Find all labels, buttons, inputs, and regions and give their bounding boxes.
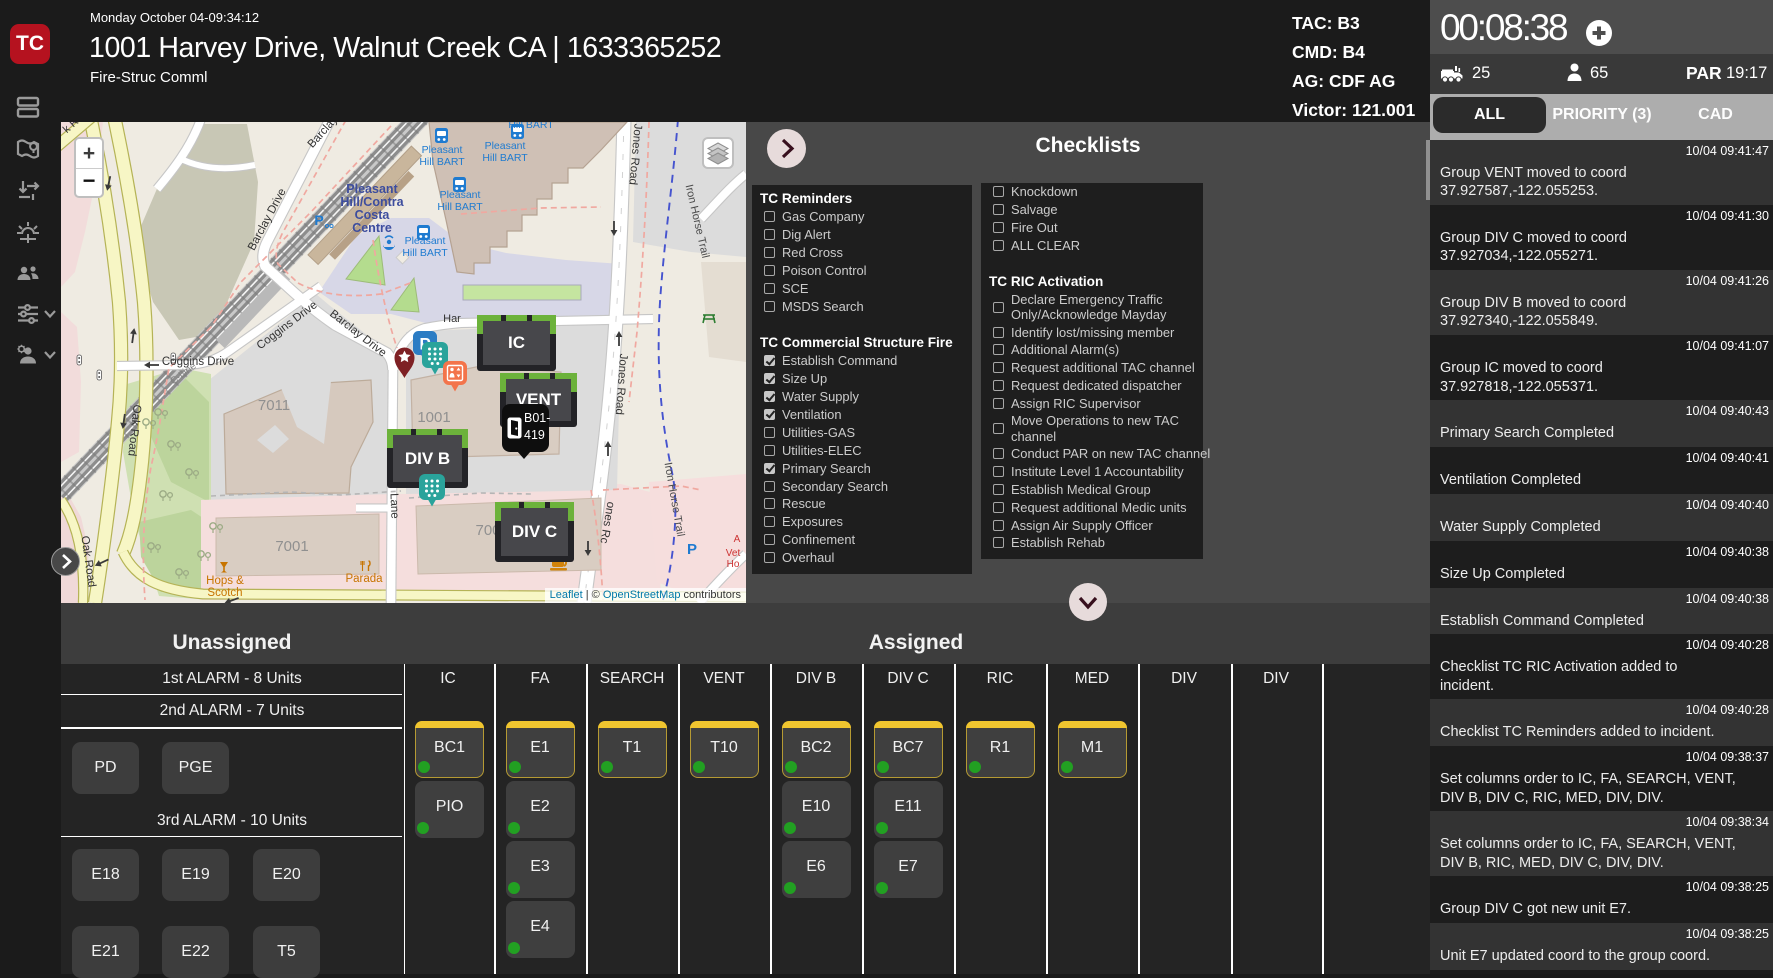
svg-text:Lane: Lane (388, 493, 401, 519)
svg-text:Pleasant: Pleasant (422, 144, 463, 156)
svg-text:Hops &: Hops & (206, 575, 244, 587)
svg-text:P: P (314, 212, 323, 228)
svg-text:Pleasant: Pleasant (440, 189, 481, 201)
svg-text:Hill BART: Hill BART (437, 201, 483, 213)
svg-text:Costa: Costa (355, 208, 391, 222)
svg-text:P: P (687, 541, 697, 558)
svg-text:Hill BART: Hill BART (402, 247, 448, 259)
svg-text:7001: 7001 (275, 538, 308, 555)
svg-text:7011: 7011 (258, 397, 290, 414)
svg-text:Scotch: Scotch (207, 587, 242, 599)
svg-text:Hill/Contra: Hill/Contra (340, 195, 404, 209)
svg-text:Coggins Drive: Coggins Drive (162, 356, 234, 368)
svg-text:Hill BART: Hill BART (419, 156, 465, 168)
svg-text:Hill BART: Hill BART (482, 152, 528, 164)
svg-text:Pleasant: Pleasant (405, 235, 446, 247)
svg-text:Centre: Centre (352, 221, 392, 235)
svg-text:Pleasant: Pleasant (346, 182, 398, 196)
svg-text:Vet: Vet (726, 548, 741, 559)
svg-text:Pleasant: Pleasant (485, 140, 526, 152)
svg-text:Hill BART: Hill BART (508, 122, 554, 131)
svg-text:1001: 1001 (417, 409, 450, 426)
svg-text:A: A (734, 534, 741, 545)
svg-text:Ho: Ho (727, 559, 740, 570)
svg-text:Har: Har (443, 313, 461, 325)
svg-text:Parada: Parada (345, 573, 383, 585)
